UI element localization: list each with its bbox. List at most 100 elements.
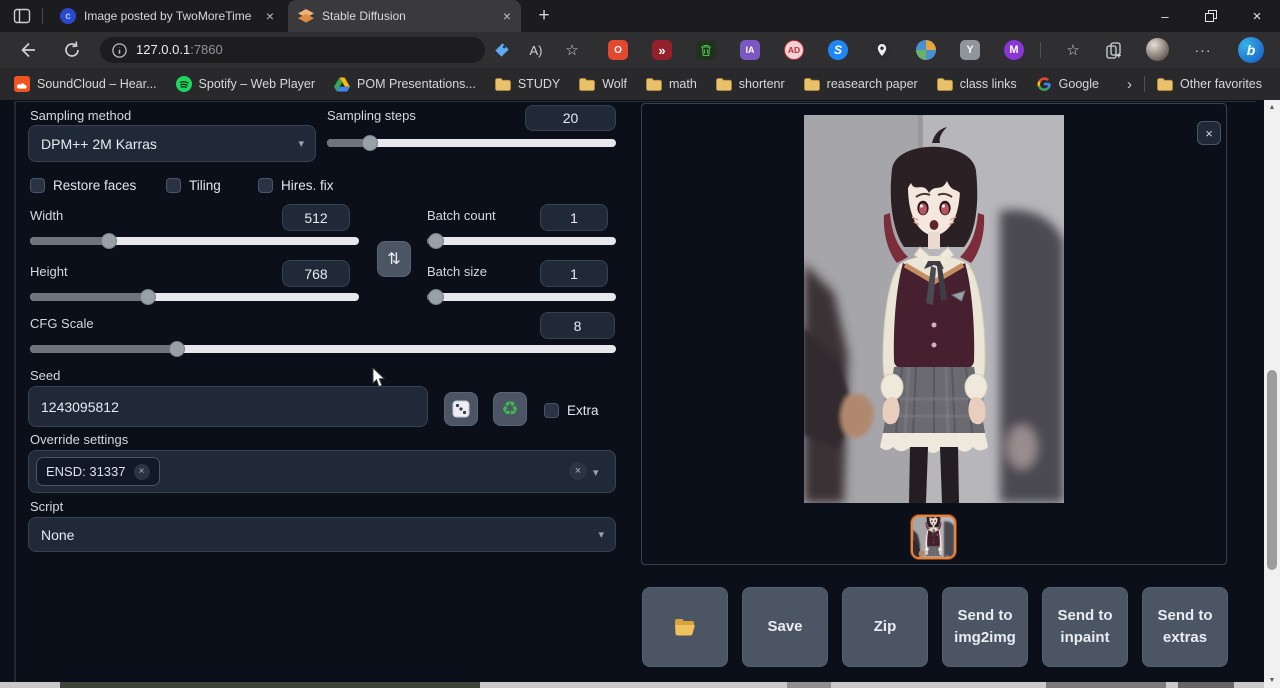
- override-chip[interactable]: ENSD: 31337 ×: [36, 457, 160, 486]
- browser-tab-inactive[interactable]: c Image posted by TwoMoreTimes ×: [50, 0, 284, 32]
- new-tab-button[interactable]: +: [532, 4, 556, 28]
- address-bar[interactable]: 127.0.0.1:7860: [100, 37, 485, 63]
- checkbox-box[interactable]: [30, 178, 45, 193]
- hires-fix-checkbox[interactable]: Hires. fix: [258, 178, 334, 193]
- folder-icon: [1157, 78, 1173, 91]
- zip-button[interactable]: Zip: [842, 587, 928, 667]
- cfg-scale-slider[interactable]: [30, 341, 616, 357]
- profile-avatar[interactable]: [1146, 38, 1169, 61]
- bookmark-folder-wolf[interactable]: Wolf: [579, 77, 627, 91]
- slider-knob[interactable]: [101, 233, 117, 249]
- batch-count-value[interactable]: 1: [540, 204, 608, 231]
- bookmark-folder-math[interactable]: math: [646, 77, 697, 91]
- y-extension-icon[interactable]: Y: [960, 40, 980, 60]
- gallery-close-button[interactable]: ×: [1197, 121, 1221, 145]
- scroll-up-icon[interactable]: ▲: [1264, 100, 1280, 115]
- batch-size-slider[interactable]: [427, 289, 616, 305]
- split-window-icon[interactable]: [1103, 39, 1125, 61]
- back-icon[interactable]: [18, 40, 38, 60]
- minimize-button[interactable]: –: [1142, 0, 1188, 32]
- vertical-scrollbar[interactable]: ▲ ▼: [1264, 100, 1280, 688]
- gallery-thumbnail-selected[interactable]: [911, 515, 956, 559]
- slider-track[interactable]: [427, 237, 616, 245]
- bookmark-google[interactable]: Google: [1036, 76, 1099, 92]
- bookmark-folder-study[interactable]: STUDY: [495, 77, 560, 91]
- send-to-extras-button[interactable]: Send to extras: [1142, 587, 1228, 667]
- slider-knob[interactable]: [169, 341, 185, 357]
- bookmark-folder-shortenr[interactable]: shortenr: [716, 77, 785, 91]
- site-info-icon[interactable]: [112, 43, 127, 58]
- restore-faces-checkbox[interactable]: Restore faces: [30, 178, 136, 193]
- height-label: Height: [30, 264, 68, 279]
- bookmark-spotify[interactable]: Spotify – Web Player: [176, 76, 316, 92]
- clear-all-icon[interactable]: ×: [569, 462, 587, 480]
- width-slider[interactable]: [30, 233, 359, 249]
- checkbox-box[interactable]: [166, 178, 181, 193]
- script-dropdown[interactable]: None ▾: [28, 517, 616, 552]
- favorites-collections-icon[interactable]: ☆: [1062, 39, 1084, 61]
- chevron-down-icon[interactable]: ▾: [593, 466, 599, 479]
- ia-extension-icon[interactable]: IA: [740, 40, 760, 60]
- bookmark-folder-class-links[interactable]: class links: [937, 77, 1017, 91]
- batch-count-slider[interactable]: [427, 233, 616, 249]
- width-value[interactable]: 512: [282, 204, 350, 231]
- reuse-seed-button[interactable]: ♻: [493, 392, 527, 426]
- close-window-button[interactable]: ×: [1234, 0, 1280, 32]
- send-to-inpaint-button[interactable]: Send to inpaint: [1042, 587, 1128, 667]
- slider-track[interactable]: [427, 293, 616, 301]
- tab-close-icon[interactable]: ×: [266, 9, 274, 23]
- collections-tag-icon[interactable]: [490, 39, 512, 61]
- sampling-steps-slider[interactable]: [327, 135, 616, 151]
- tab-workspaces-icon[interactable]: [13, 7, 31, 25]
- m-wave-extension-icon[interactable]: M: [1004, 40, 1024, 60]
- scroll-down-icon[interactable]: ▼: [1264, 673, 1280, 688]
- favorite-star-icon[interactable]: ☆: [561, 39, 583, 61]
- trash-extension-icon[interactable]: [696, 40, 716, 60]
- url-text: 127.0.0.1:7860: [136, 41, 223, 59]
- bookmarks-overflow-icon[interactable]: ›: [1127, 76, 1132, 93]
- checkbox-box[interactable]: [258, 178, 273, 193]
- chip-remove-icon[interactable]: ×: [134, 464, 150, 480]
- height-slider[interactable]: [30, 289, 359, 305]
- settings-menu-icon[interactable]: ···: [1192, 39, 1214, 61]
- open-folder-button[interactable]: [642, 587, 728, 667]
- sampling-steps-value[interactable]: 20: [525, 105, 616, 131]
- sampling-method-dropdown[interactable]: DPM++ 2M Karras ▾: [28, 125, 316, 162]
- send-to-img2img-button[interactable]: Send to img2img: [942, 587, 1028, 667]
- cfg-scale-value[interactable]: 8: [540, 312, 615, 339]
- bing-sidebar-icon[interactable]: b: [1238, 37, 1264, 63]
- browser-tab-active[interactable]: Stable Diffusion ×: [288, 0, 521, 32]
- other-favorites[interactable]: Other favorites: [1157, 77, 1262, 91]
- map-pin-extension-icon[interactable]: [872, 40, 892, 60]
- slider-knob[interactable]: [140, 289, 156, 305]
- save-button[interactable]: Save: [742, 587, 828, 667]
- extension-o-icon[interactable]: O: [608, 40, 628, 60]
- restore-button[interactable]: [1188, 0, 1234, 32]
- tab-close-icon[interactable]: ×: [503, 9, 511, 23]
- extra-seed-checkbox[interactable]: Extra: [544, 403, 599, 418]
- swap-dimensions-button[interactable]: ⇅: [377, 241, 411, 277]
- shazam-extension-icon[interactable]: S: [828, 40, 848, 60]
- read-aloud-icon[interactable]: A): [525, 39, 547, 61]
- random-seed-button[interactable]: [444, 392, 478, 426]
- override-settings-label: Override settings: [30, 432, 128, 447]
- tiling-checkbox[interactable]: Tiling: [166, 178, 221, 193]
- slider-knob[interactable]: [428, 289, 444, 305]
- seed-input[interactable]: 1243095812: [28, 386, 428, 427]
- video-speed-extension-icon[interactable]: »: [652, 40, 672, 60]
- slider-knob[interactable]: [362, 135, 378, 151]
- refresh-icon[interactable]: [62, 40, 82, 60]
- scrollbar-thumb[interactable]: [1267, 370, 1277, 570]
- browser-titlebar: c Image posted by TwoMoreTimes × Stable …: [0, 0, 1280, 32]
- batch-size-value[interactable]: 1: [540, 260, 608, 287]
- bookmark-soundcloud[interactable]: SoundCloud – Hear...: [14, 76, 157, 92]
- bookmark-pom-presentations[interactable]: POM Presentations...: [334, 77, 476, 92]
- script-value: None: [41, 527, 74, 543]
- slider-knob[interactable]: [428, 233, 444, 249]
- bookmark-folder-research-paper[interactable]: reasearch paper: [804, 77, 918, 91]
- globe-extension-icon[interactable]: [916, 40, 936, 60]
- height-value[interactable]: 768: [282, 260, 350, 287]
- adblock-extension-icon[interactable]: AD: [784, 40, 804, 60]
- generated-image[interactable]: [804, 115, 1064, 503]
- checkbox-box[interactable]: [544, 403, 559, 418]
